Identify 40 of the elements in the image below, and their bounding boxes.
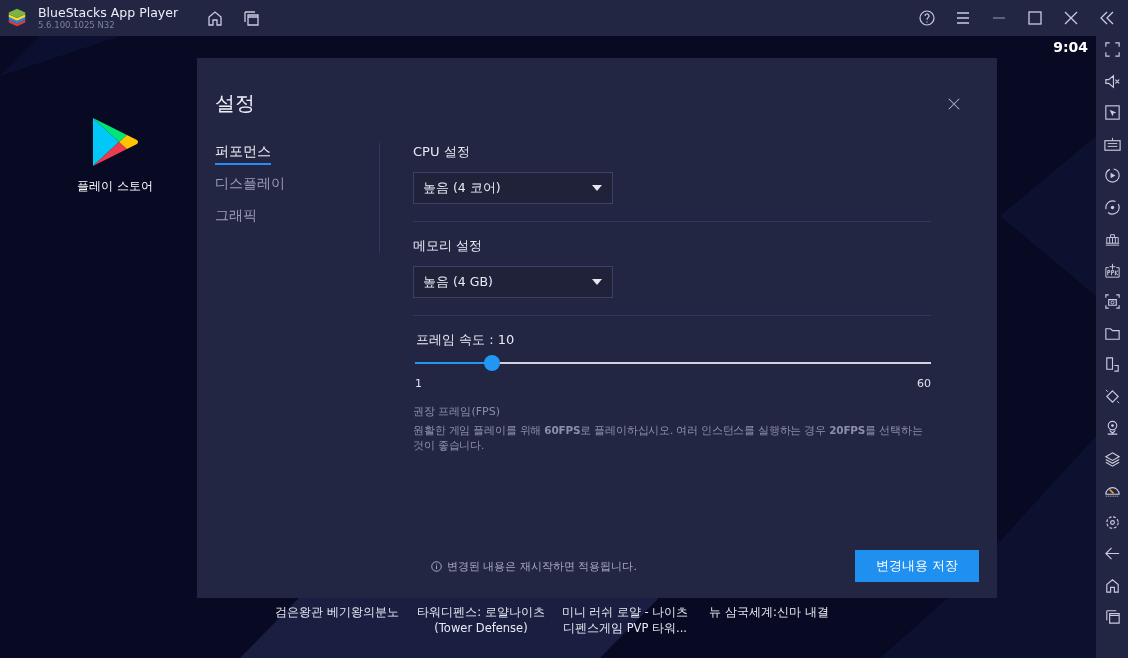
- cursor-icon[interactable]: [1102, 103, 1122, 122]
- maximize-icon[interactable]: [1025, 8, 1045, 28]
- info-icon: [431, 560, 442, 572]
- slider[interactable]: [415, 355, 931, 371]
- caret-icon: [592, 185, 602, 191]
- app-label: 플레이 스토어: [77, 178, 153, 195]
- dropdown[interactable]: 높음 (4 코어): [413, 172, 613, 204]
- hint-title: 권장 프레임(FPS): [413, 404, 502, 419]
- window-title: BlueStacks App Player: [38, 5, 179, 20]
- setting-label: CPU 설정: [413, 143, 471, 161]
- version-label: 5.6.100.1025 N32: [38, 20, 116, 31]
- app-label: 뉴 삼국세계:신마 내결: [709, 604, 829, 620]
- setting-label: 메모리 설정: [413, 237, 484, 255]
- record-circle-icon[interactable]: [1102, 197, 1122, 217]
- play-store-icon[interactable]: [91, 116, 139, 168]
- restart-note: 변경된 내용은 재시작하면 적용됩니다.: [447, 558, 638, 574]
- dropdown[interactable]: 높음 (4 GB): [413, 266, 613, 298]
- app-label: 미니 러쉬 로얄 - 나이츠: [561, 604, 689, 620]
- caret-icon: [592, 279, 602, 285]
- slider-max-label: 60: [917, 377, 931, 390]
- bluestacks-logo-icon: [6, 7, 28, 29]
- multi-window-icon[interactable]: [241, 8, 262, 28]
- app-label: 검은왕관 베기왕의분노: [275, 604, 399, 620]
- camera-icon[interactable]: [1102, 292, 1122, 311]
- play-circle-icon[interactable]: [1102, 166, 1122, 185]
- dialog-title: 설정: [215, 90, 255, 117]
- layers-icon[interactable]: [1102, 449, 1122, 469]
- hint-text: 원활한 게임 플레이를 위해 60FPS로 플레이하십시오. 여러 인스턴스를 실행하는 경우 20FPS를 선택하는 것이 좋습니다.: [413, 423, 924, 453]
- settings-tab[interactable]: 디스플레이: [215, 175, 285, 197]
- app-label: 타워디펜스: 로얄나이츠: [417, 604, 545, 620]
- clock: 9:04: [1053, 39, 1088, 55]
- app-label: (Tower Defense): [434, 620, 528, 636]
- settings-tab[interactable]: 퍼포먼스: [215, 143, 271, 165]
- setting-label: 프레임 속도 : 10: [415, 331, 516, 349]
- settings-tab[interactable]: 그래픽: [215, 207, 257, 229]
- app-label: 디펜스게임 PVP 타워...: [563, 620, 687, 636]
- help-icon[interactable]: [917, 8, 937, 28]
- fullscreen-icon[interactable]: [1102, 40, 1122, 59]
- close-icon[interactable]: [947, 96, 961, 111]
- slider-min-label: 1: [415, 377, 422, 390]
